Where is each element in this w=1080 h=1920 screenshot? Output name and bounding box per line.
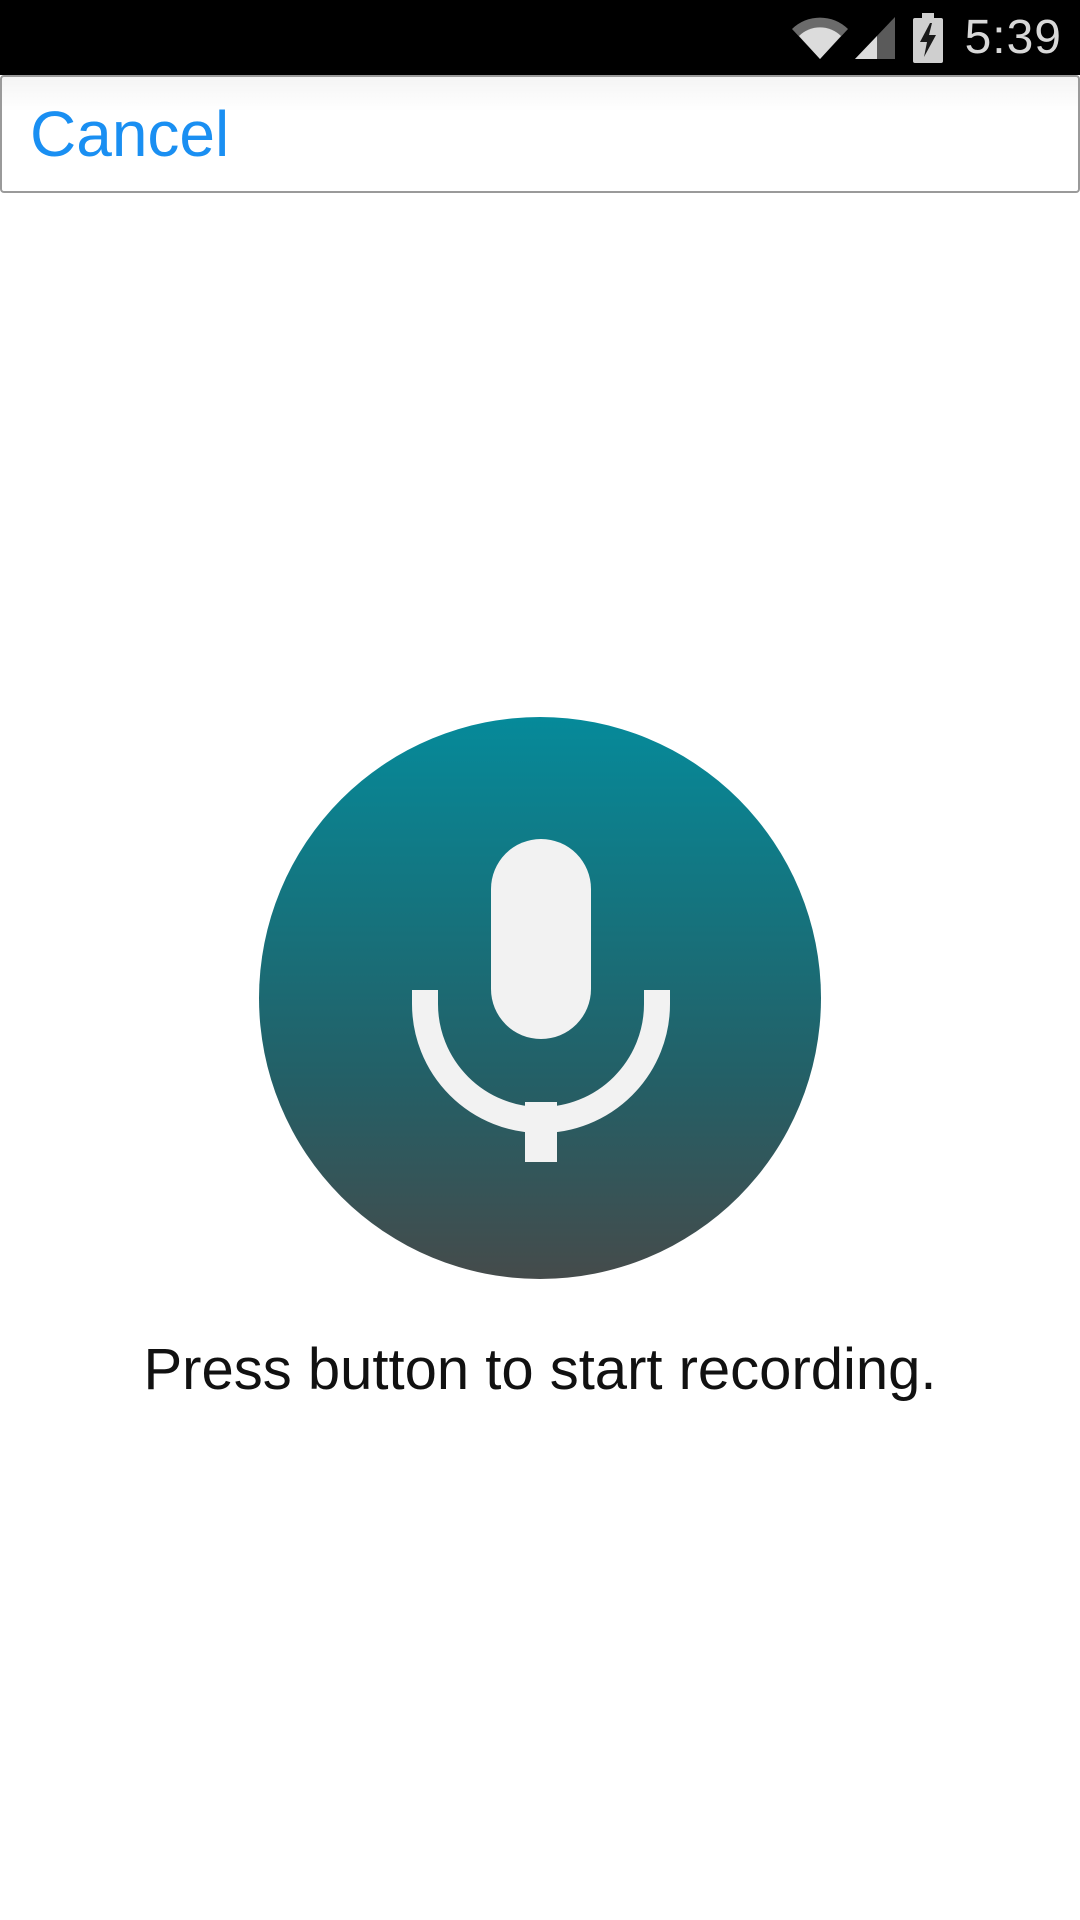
record-button[interactable] <box>259 717 821 1279</box>
battery-charging-icon <box>912 12 943 63</box>
cell-signal-icon <box>853 15 897 61</box>
microphone-icon <box>412 839 670 1162</box>
status-icons: 5:39 <box>791 0 1062 75</box>
clock: 5:39 <box>964 11 1062 64</box>
recording-prompt: Press button to start recording. <box>143 1337 937 1402</box>
status-bar: 5:39 <box>0 0 1080 75</box>
top-bar: Cancel <box>0 75 1080 193</box>
cancel-button[interactable]: Cancel <box>30 97 229 171</box>
wifi-icon <box>791 15 849 61</box>
